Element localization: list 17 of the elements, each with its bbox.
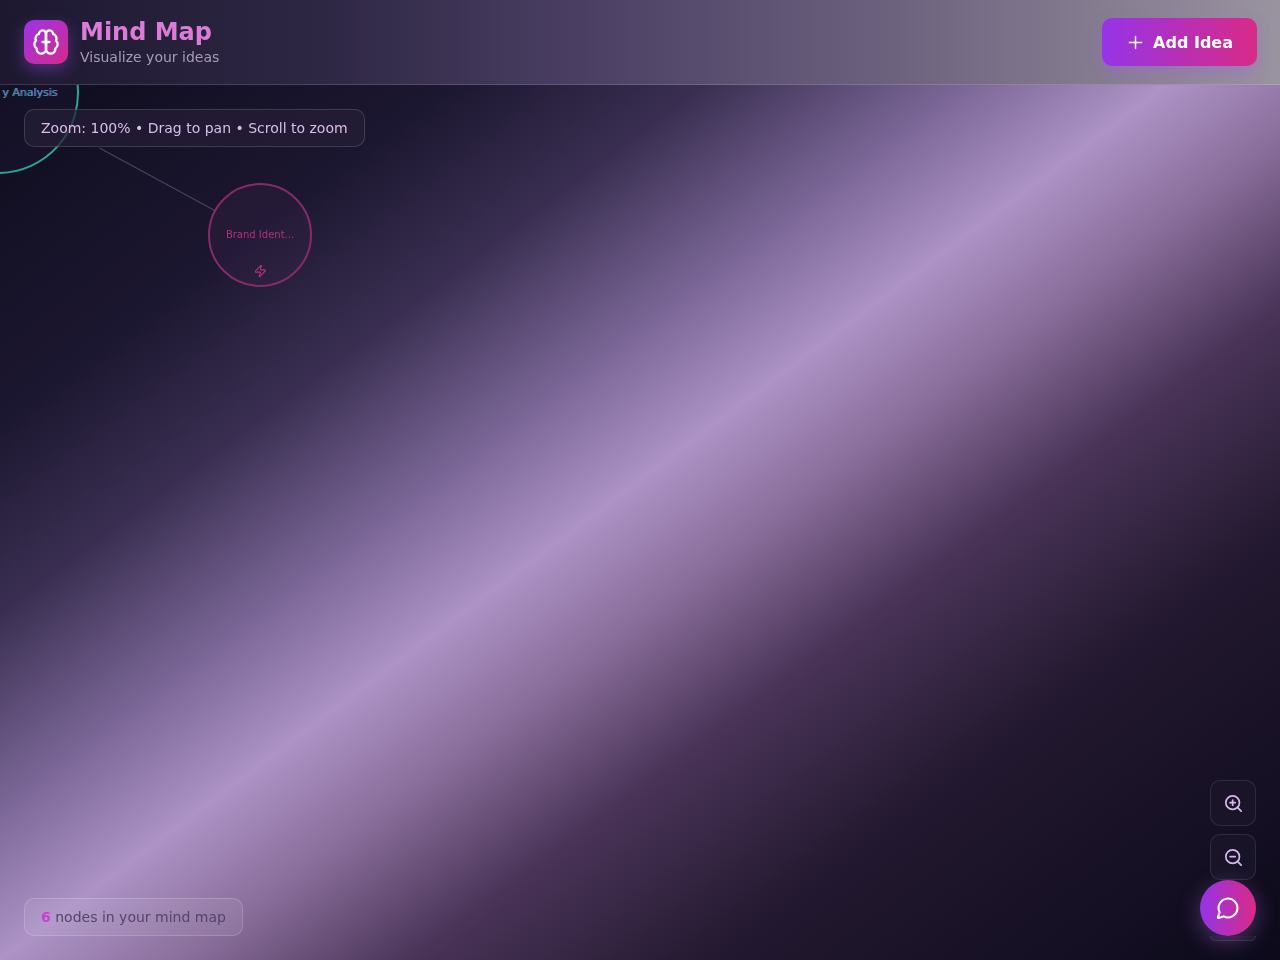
zoom-out-button[interactable] [1210,834,1256,880]
node-count-badge: 6 nodes in your mind map [24,898,243,936]
node-label: y Analysis [2,86,58,99]
node-label: Brand Ident... [225,229,295,241]
mind-map-node[interactable]: Brand Ident... [208,183,312,287]
app-title: Mind Map [80,18,213,46]
lightning-icon [254,265,266,277]
plus-icon [1128,34,1144,50]
zoom-out-icon [1224,848,1242,866]
zoom-in-button[interactable] [1210,780,1256,826]
chat-bubble-icon [1217,897,1239,919]
add-idea-button[interactable]: Add Idea [1102,18,1257,66]
zoom-hint: Zoom: 100% • Drag to pan • Scroll to zoom [24,109,365,147]
zoom-in-icon [1224,794,1242,812]
app-subtitle: Visualize your ideas [80,48,220,66]
app-logo-icon [24,20,68,64]
chat-button[interactable] [1200,880,1256,936]
